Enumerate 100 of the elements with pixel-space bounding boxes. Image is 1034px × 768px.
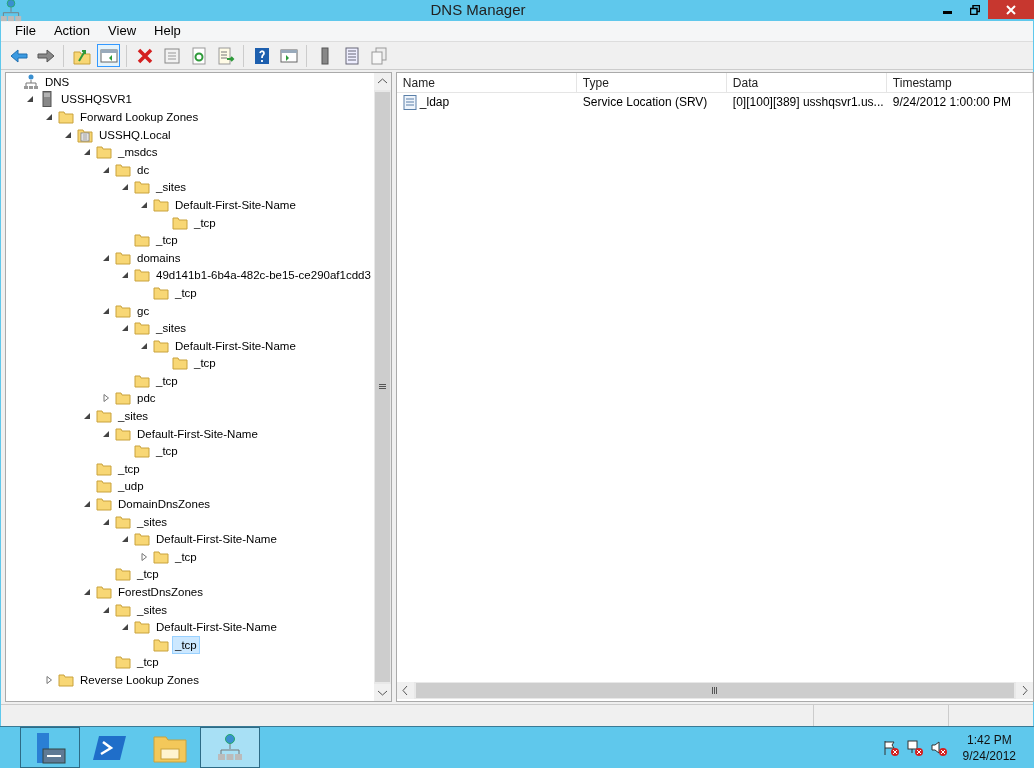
expanded-arrow-icon[interactable] [102,429,110,438]
tree-item[interactable]: domains [134,248,184,267]
folder-icon [115,303,131,318]
vertical-scrollbar[interactable] [373,73,391,701]
tree-item[interactable]: Default-First-Site-Name [153,530,280,549]
tree-item[interactable]: 49d141b1-6b4a-482c-be15-ce290af1cdd3 [153,266,374,285]
tree-item[interactable]: _tcp [172,635,200,654]
speaker-muted-icon[interactable] [930,739,947,756]
tree-item[interactable]: _sites [153,178,190,197]
tree-item[interactable]: DomainDnsZones [115,495,214,514]
scroll-up-icon[interactable] [373,73,391,90]
folder-icon [115,250,131,265]
tree-item[interactable]: _tcp [191,213,219,232]
expanded-arrow-icon[interactable] [83,412,91,421]
column-header[interactable]: Type [576,73,727,92]
folder-icon [96,497,112,512]
tree-item[interactable]: pdc [134,389,159,408]
table-cell-text: Service Location (SRV) [582,94,708,111]
expanded-arrow-icon[interactable] [83,588,91,596]
clock[interactable]: 1:42 PM 9/24/2012 [962,731,1016,764]
terminal-prompt-icon [93,733,127,762]
folder-icon [96,461,112,476]
column-header[interactable]: Data [726,73,887,92]
action-pane-icon [279,46,298,65]
expanded-arrow-icon[interactable] [102,253,110,262]
expanded-arrow-icon[interactable] [83,500,91,509]
tree-item[interactable]: Default-First-Site-Name [172,336,299,355]
menu-item[interactable]: View [100,21,145,41]
folder-icon [134,321,150,336]
scroll-down-icon[interactable] [373,684,391,701]
folder-icon [172,215,188,230]
expanded-arrow-icon[interactable] [121,271,129,280]
tree-item[interactable]: Default-First-Site-Name [134,424,261,443]
expanded-arrow-icon[interactable] [26,95,34,104]
tree-item[interactable]: _tcp [153,371,181,390]
tree-item[interactable]: _udp [115,477,147,496]
tree-item[interactable]: _msdcs [115,143,161,162]
expanded-arrow-icon[interactable] [121,535,129,544]
menu-item[interactable]: Action [45,21,99,41]
tree-item[interactable]: ForestDnsZones [115,583,206,601]
collapsed-arrow-icon[interactable] [140,552,148,561]
taskbar-app[interactable] [20,727,80,768]
taskbar-app[interactable] [200,727,260,768]
expanded-arrow-icon[interactable] [140,341,148,350]
expanded-arrow-icon[interactable] [140,200,148,209]
menu-item[interactable]: Help [146,21,189,41]
collapsed-arrow-icon[interactable] [102,394,110,403]
expanded-arrow-icon[interactable] [102,605,110,614]
folder-icon [153,549,169,564]
tree-item[interactable]: Forward Lookup Zones [77,108,202,126]
expanded-arrow-icon[interactable] [121,324,129,333]
scroll-right-icon[interactable] [1015,682,1033,699]
scroll-thumb[interactable] [415,683,1014,698]
tree-item[interactable]: _sites [134,600,171,619]
tree-item[interactable]: _sites [115,407,152,426]
tree-item[interactable]: _tcp [134,653,162,672]
tree-item[interactable]: Default-First-Site-Name [153,618,280,637]
expanded-arrow-icon[interactable] [102,165,110,174]
network-error-icon[interactable] [906,739,923,756]
scroll-thumb[interactable] [374,92,390,682]
tree-item[interactable]: gc [134,301,153,320]
column-header[interactable]: Timestamp [886,73,1033,92]
server-icon [42,91,52,108]
tree-item[interactable]: dc [134,160,153,179]
tree-item[interactable]: USSHQ.Local [96,125,174,144]
tree-item[interactable]: Reverse Lookup Zones [77,671,202,689]
column-header[interactable]: Name [396,73,577,92]
collapsed-arrow-icon[interactable] [45,676,53,684]
tree-item[interactable]: _tcp [172,283,200,302]
expanded-arrow-icon[interactable] [83,148,91,157]
close-button[interactable] [988,0,1034,19]
scroll-left-icon[interactable] [396,682,414,699]
tree-item[interactable]: _sites [134,512,171,531]
tree-item[interactable]: _tcp [153,231,181,250]
folder-icon [134,620,150,635]
tree-item[interactable]: USSHQSVR1 [58,90,135,109]
menu-item[interactable]: File [7,21,44,41]
expanded-arrow-icon[interactable] [64,130,72,139]
expanded-arrow-icon[interactable] [121,623,129,632]
expanded-arrow-icon[interactable] [45,113,53,121]
grip-icon [378,384,386,390]
expanded-arrow-icon[interactable] [121,183,129,192]
flag-error-icon[interactable] [882,739,899,756]
network-server-icon [24,73,38,90]
tree-item[interactable]: _sites [153,319,190,338]
tree-item[interactable]: _tcp [191,354,219,373]
tree-item[interactable]: _tcp [172,547,200,566]
tree-item[interactable]: _tcp [115,459,143,478]
horizontal-scrollbar[interactable] [396,682,1033,699]
tree-item[interactable]: _tcp [153,442,181,461]
folder-icon [58,110,74,124]
tree-button[interactable] [97,44,120,67]
expanded-arrow-icon[interactable] [102,517,110,526]
expanded-arrow-icon[interactable] [102,306,110,315]
tree-item[interactable]: Default-First-Site-Name [172,195,299,214]
folder-icon [96,479,112,494]
record-row[interactable]: _ldap Service Location (SRV) [0][100][389] usshqsvr1.us... 9/24/2012 1:00:00 PM [396,93,1033,111]
tree-item[interactable]: DNS [42,72,73,91]
properties-sheet-icon [162,46,181,65]
tree-item[interactable]: _tcp [134,565,162,584]
